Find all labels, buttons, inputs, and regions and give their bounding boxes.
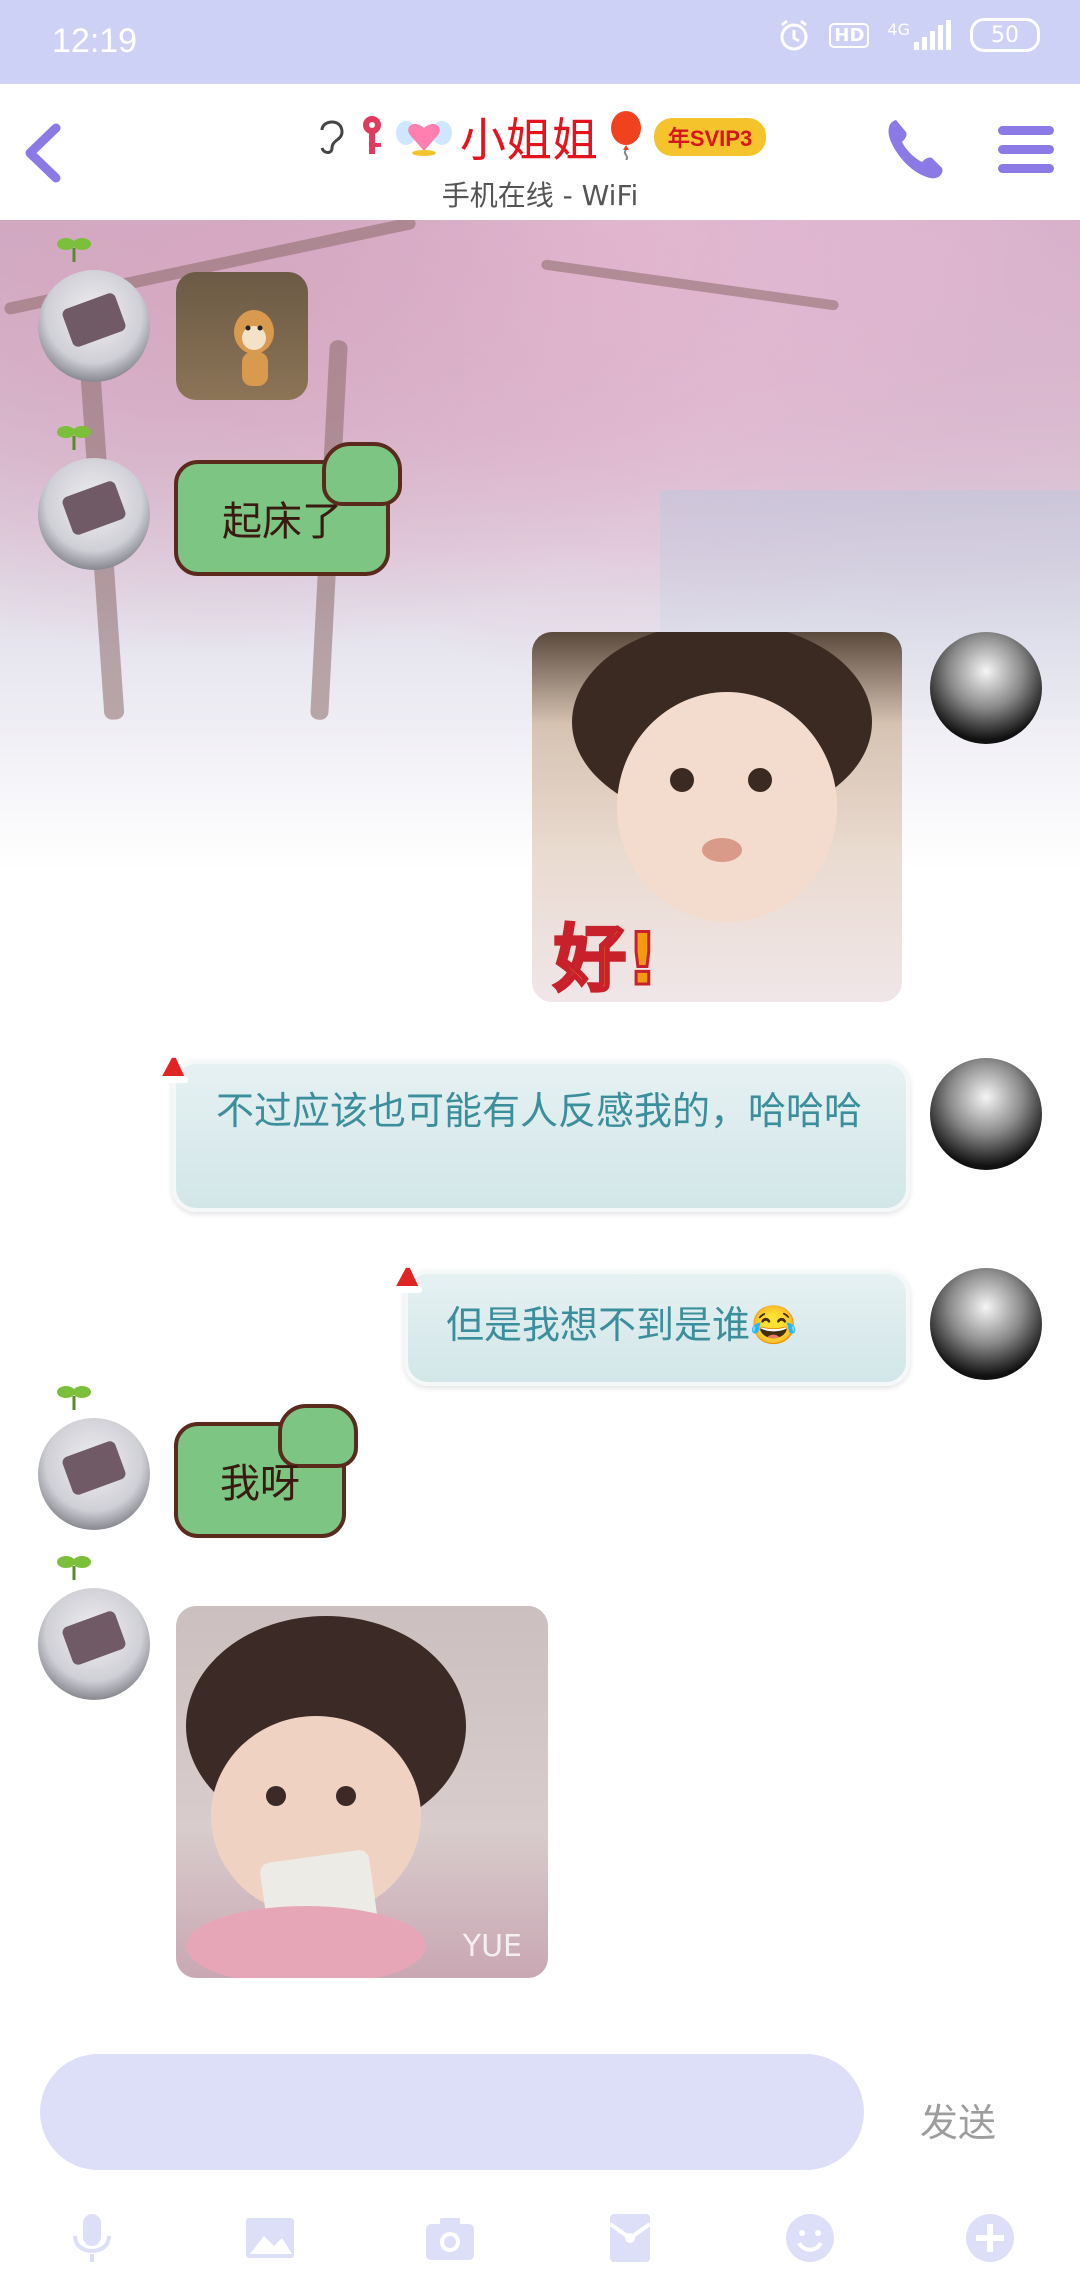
phone-call-button[interactable] xyxy=(882,114,948,188)
microphone-icon[interactable] xyxy=(64,2210,120,2266)
image-watermark: YUE xyxy=(462,1929,522,1964)
message-text: 不过应该也可能有人反感我的，哈哈哈 xyxy=(216,1089,863,1133)
message-bubble[interactable]: 不过应该也可能有人反感我的，哈哈哈 xyxy=(172,1060,910,1212)
santa-hat-icon xyxy=(392,1260,422,1293)
sprout-icon xyxy=(57,426,91,450)
sprout-icon xyxy=(57,1386,91,1410)
contact-avatar[interactable] xyxy=(38,270,150,382)
chat-area[interactable]: 起床了 好! 不过应该也可能有人反感我的，哈哈哈 但是我想不到是谁😂 我呀 YU… xyxy=(0,220,1080,2030)
girl-photo xyxy=(186,1616,466,1978)
menu-button[interactable] xyxy=(996,122,1056,182)
contact-avatar[interactable] xyxy=(38,1418,150,1530)
key-icon xyxy=(356,113,388,161)
chat-header: 小姐姐 年SVIP3 手机在线 - WiFi xyxy=(0,84,1080,220)
alarm-icon xyxy=(777,18,811,52)
battery-indicator: 50 xyxy=(970,18,1040,52)
sprout-icon xyxy=(57,238,91,262)
network-type: 4G xyxy=(887,20,910,39)
sticker-message[interactable]: YUE xyxy=(176,1606,548,1978)
my-avatar[interactable] xyxy=(930,1268,1042,1380)
composer-area: 发送 xyxy=(0,2030,1080,2280)
red-packet-icon[interactable] xyxy=(602,2210,658,2266)
sticker-message[interactable] xyxy=(176,272,308,400)
signal-icon: 4G xyxy=(887,20,952,50)
contact-name: 小姐姐 xyxy=(459,113,598,167)
vip-badge: 年SVIP3 xyxy=(653,118,767,156)
message-bubble[interactable]: 起床了 xyxy=(174,442,402,576)
hamburger-icon xyxy=(998,126,1054,173)
shiba-dog-sticker xyxy=(234,310,274,386)
status-time: 12:19 xyxy=(52,22,138,60)
message-text: 起床了 xyxy=(222,499,342,545)
send-button[interactable]: 发送 xyxy=(920,2092,996,2147)
contact-avatar[interactable] xyxy=(38,1588,150,1700)
message-bubble[interactable]: 我呀 xyxy=(174,1404,358,1538)
balloon-icon xyxy=(606,110,646,164)
message-text: 我呀 xyxy=(220,1461,300,1507)
plus-icon[interactable] xyxy=(962,2210,1018,2266)
my-avatar[interactable] xyxy=(930,1058,1042,1170)
status-icons: HD 4G 50 xyxy=(777,18,1040,52)
message-bubble[interactable]: 但是我想不到是谁😂 xyxy=(404,1270,910,1386)
phone-icon xyxy=(888,120,943,179)
contact-avatar[interactable] xyxy=(38,458,150,570)
sticker-message[interactable]: 好! xyxy=(532,632,902,1002)
santa-hat-icon xyxy=(158,1050,188,1083)
emoji-icon[interactable] xyxy=(782,2210,838,2266)
input-toolbar xyxy=(0,2210,1080,2274)
camera-icon[interactable] xyxy=(422,2210,478,2266)
ear-icon xyxy=(314,114,348,160)
message-text: 但是我想不到是谁😂 xyxy=(446,1303,798,1347)
hd-icon: HD xyxy=(829,22,870,48)
image-icon[interactable] xyxy=(242,2210,298,2266)
message-input[interactable] xyxy=(40,2054,864,2170)
sticker-caption: 好! xyxy=(553,916,661,1003)
status-bar: 12:19 HD 4G 50 xyxy=(0,0,1080,84)
winged-heart-icon xyxy=(395,113,452,161)
sprout-icon xyxy=(57,1556,91,1580)
my-avatar[interactable] xyxy=(930,632,1042,744)
